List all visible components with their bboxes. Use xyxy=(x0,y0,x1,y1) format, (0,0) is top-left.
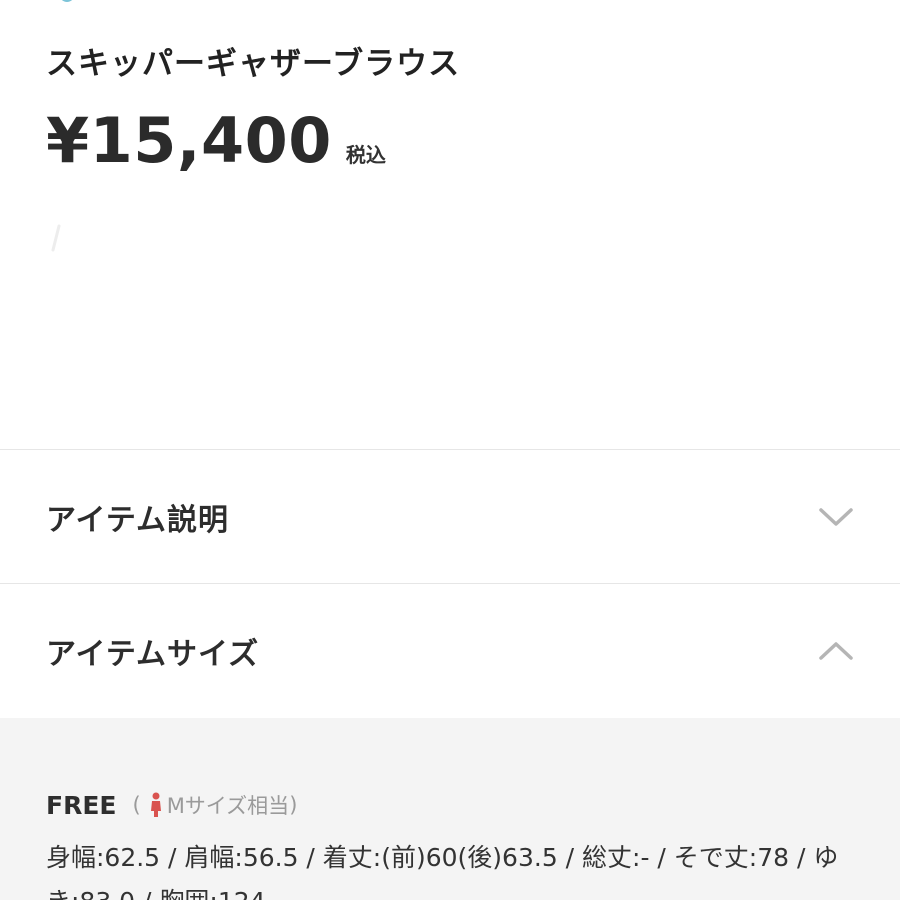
chevron-up-icon[interactable] xyxy=(818,640,854,662)
size-equivalent: ( Mサイズ相当 ) xyxy=(132,790,297,820)
tax-included-label: 税込 xyxy=(345,143,386,167)
size-equivalent-label: Mサイズ相当 xyxy=(166,794,290,818)
accordion-label-size: アイテムサイズ xyxy=(46,637,260,672)
section-divider xyxy=(0,449,900,450)
size-measurements: 身幅:62.5 / 肩幅:56.5 / 着丈:(前)60(後)63.5 / 総丈… xyxy=(46,843,839,900)
person-icon xyxy=(150,792,161,817)
price-row: ¥15,400 税込 xyxy=(46,104,386,178)
accordion-item-size[interactable]: アイテムサイズ xyxy=(0,585,900,717)
paren-close: ) xyxy=(289,793,298,817)
accordion-item-description[interactable]: アイテム説明 xyxy=(0,451,900,583)
size-code: FREE xyxy=(46,790,117,820)
accordion-label-description: アイテム説明 xyxy=(46,503,229,538)
product-price: ¥15,400 xyxy=(46,104,332,177)
faint-mark-icon xyxy=(51,224,61,252)
paren-open: ( xyxy=(132,793,141,817)
size-info-panel: FREE ( Mサイズ相当 ) 身幅:62.5 / 肩幅:56.5 / 着丈:(… xyxy=(0,718,900,900)
section-divider xyxy=(0,583,900,584)
size-heading: FREE ( Mサイズ相当 ) xyxy=(46,790,297,820)
brand-logo-icon xyxy=(62,0,72,2)
product-title: スキッパーギャザーブラウス xyxy=(46,46,461,82)
chevron-down-icon[interactable] xyxy=(818,506,854,528)
product-detail-page: スキッパーギャザーブラウス ¥15,400 税込 アイテム説明 アイテムサイズ … xyxy=(0,0,900,900)
